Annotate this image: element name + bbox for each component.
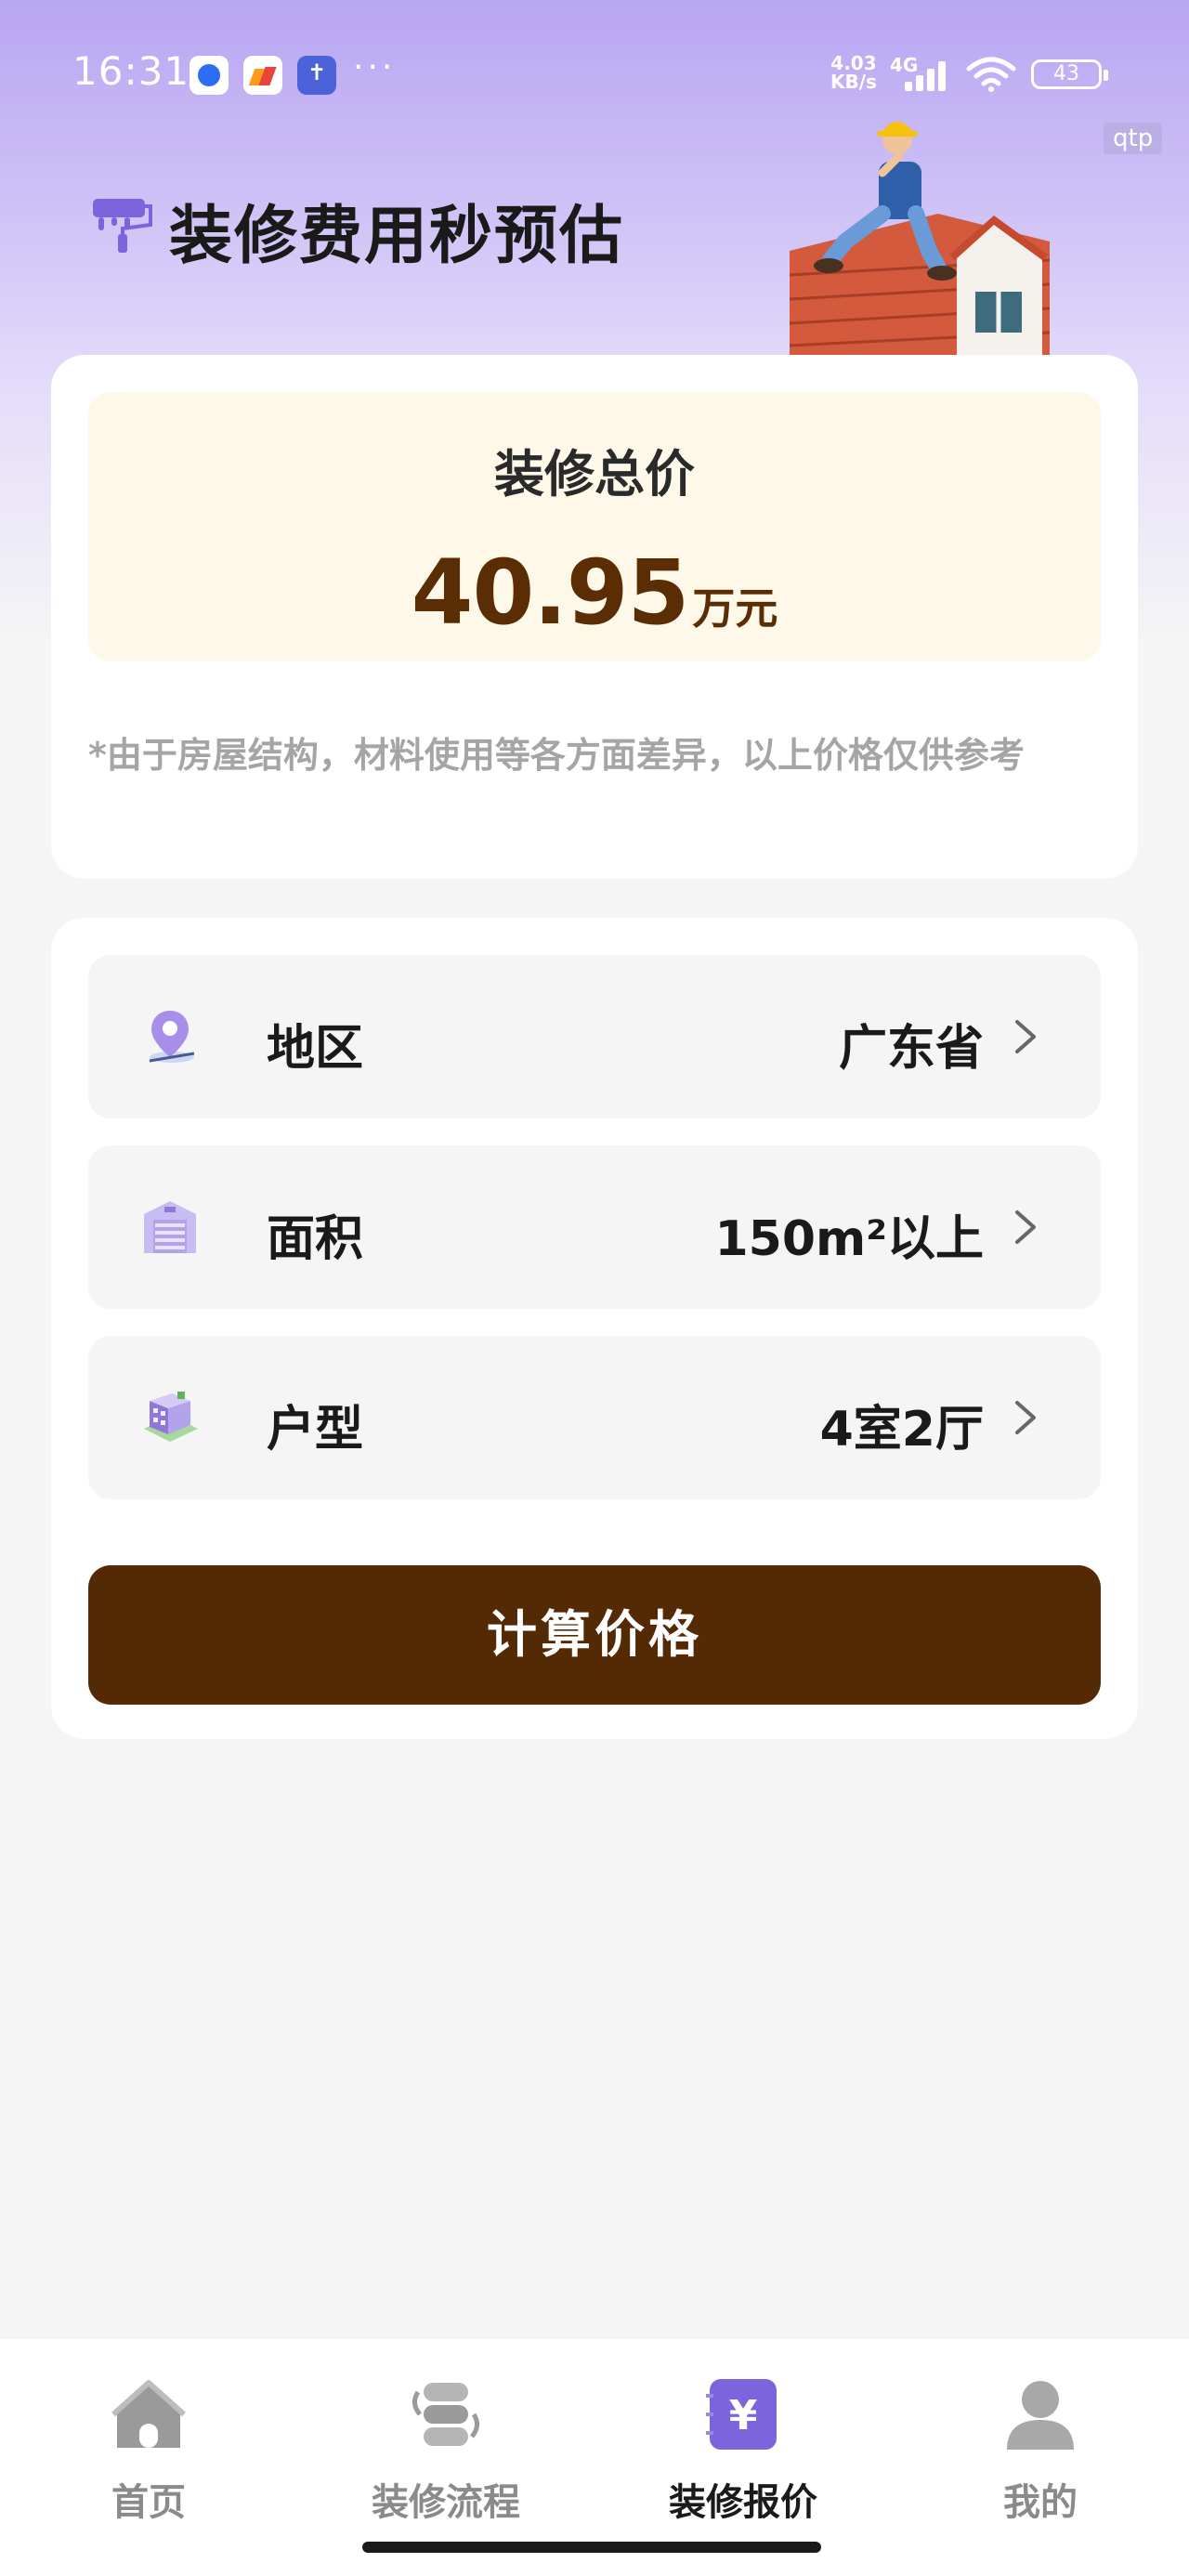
notification-shield-icon — [297, 56, 336, 95]
notification-app-icon — [243, 56, 282, 95]
tab-quote-label: 装修报价 — [669, 2481, 817, 2524]
tab-home-label: 首页 — [111, 2481, 186, 2524]
location-pin-icon — [149, 1011, 195, 1063]
page-title: 装修费用秒预估 — [169, 200, 625, 273]
total-price-value: 40.95 — [411, 541, 690, 645]
layout-value: 4室2厅 — [819, 1402, 984, 1458]
total-price-unit: 万元 — [692, 583, 778, 634]
tab-home[interactable]: 首页 — [0, 2364, 297, 2531]
tab-process[interactable]: 装修流程 — [297, 2364, 594, 2531]
net-speed-unit: KB/s — [830, 71, 877, 93]
estimate-form-card: 地区 广东省 面积 150m²以上 户型 4室2厅 计算价格 — [51, 918, 1138, 1739]
area-label: 面积 — [267, 1211, 364, 1267]
layout-selector[interactable]: 户型 4室2厅 — [88, 1336, 1101, 1499]
region-selector[interactable]: 地区 广东省 — [88, 955, 1101, 1118]
tab-mine[interactable]: 我的 — [892, 2364, 1189, 2531]
chevron-right-icon — [1015, 1020, 1036, 1053]
process-icon — [412, 2383, 479, 2446]
tab-process-label: 装修流程 — [372, 2481, 520, 2524]
total-price: 40.95万元 — [88, 541, 1101, 645]
price-disclaimer: *由于房屋结构，材料使用等各方面差异，以上价格仅供参考 — [88, 735, 1025, 776]
chevron-right-icon — [1015, 1401, 1036, 1434]
user-icon — [1007, 2381, 1074, 2450]
home-indicator — [362, 2542, 821, 2553]
area-selector[interactable]: 面积 150m²以上 — [88, 1145, 1101, 1309]
calculate-price-button[interactable]: 计算价格 — [88, 1565, 1101, 1705]
home-icon — [111, 2380, 186, 2448]
apartment-icon — [144, 1392, 198, 1442]
more-notifications-icon: ··· — [353, 48, 397, 86]
chevron-right-icon — [1015, 1210, 1036, 1244]
total-price-label: 装修总价 — [494, 445, 695, 503]
battery-icon: 43 — [1031, 59, 1108, 89]
svg-text:¥: ¥ — [729, 2392, 758, 2439]
worker-on-roof-illustration — [790, 122, 1050, 355]
region-value: 广东省 — [838, 1021, 984, 1077]
bottom-tab-bar: 首页 装修流程 ¥ 装修报价 我的 — [0, 2337, 1189, 2576]
area-value: 150m²以上 — [714, 1211, 984, 1267]
signal-icon — [903, 58, 951, 91]
building-icon — [144, 1201, 196, 1253]
total-price-box: 装修总价 40.95万元 — [88, 392, 1101, 661]
wifi-icon — [966, 57, 1016, 92]
net-speed: 4.03 KB/s — [830, 54, 877, 91]
notification-app-icon — [189, 56, 229, 95]
tab-mine-label: 我的 — [1003, 2481, 1078, 2524]
layout-label: 户型 — [267, 1402, 364, 1458]
paint-roller-icon — [93, 199, 152, 253]
debug-tag: qtp — [1104, 123, 1163, 154]
tab-quote[interactable]: ¥ 装修报价 — [594, 2364, 892, 2531]
total-price-card: 装修总价 40.95万元 *由于房屋结构，材料使用等各方面差异，以上价格仅供参考 — [51, 355, 1138, 879]
status-time: 16:31 — [72, 48, 190, 94]
region-label: 地区 — [267, 1021, 364, 1077]
net-speed-value: 4.03 — [830, 52, 877, 74]
yuan-icon: ¥ — [706, 2379, 777, 2450]
